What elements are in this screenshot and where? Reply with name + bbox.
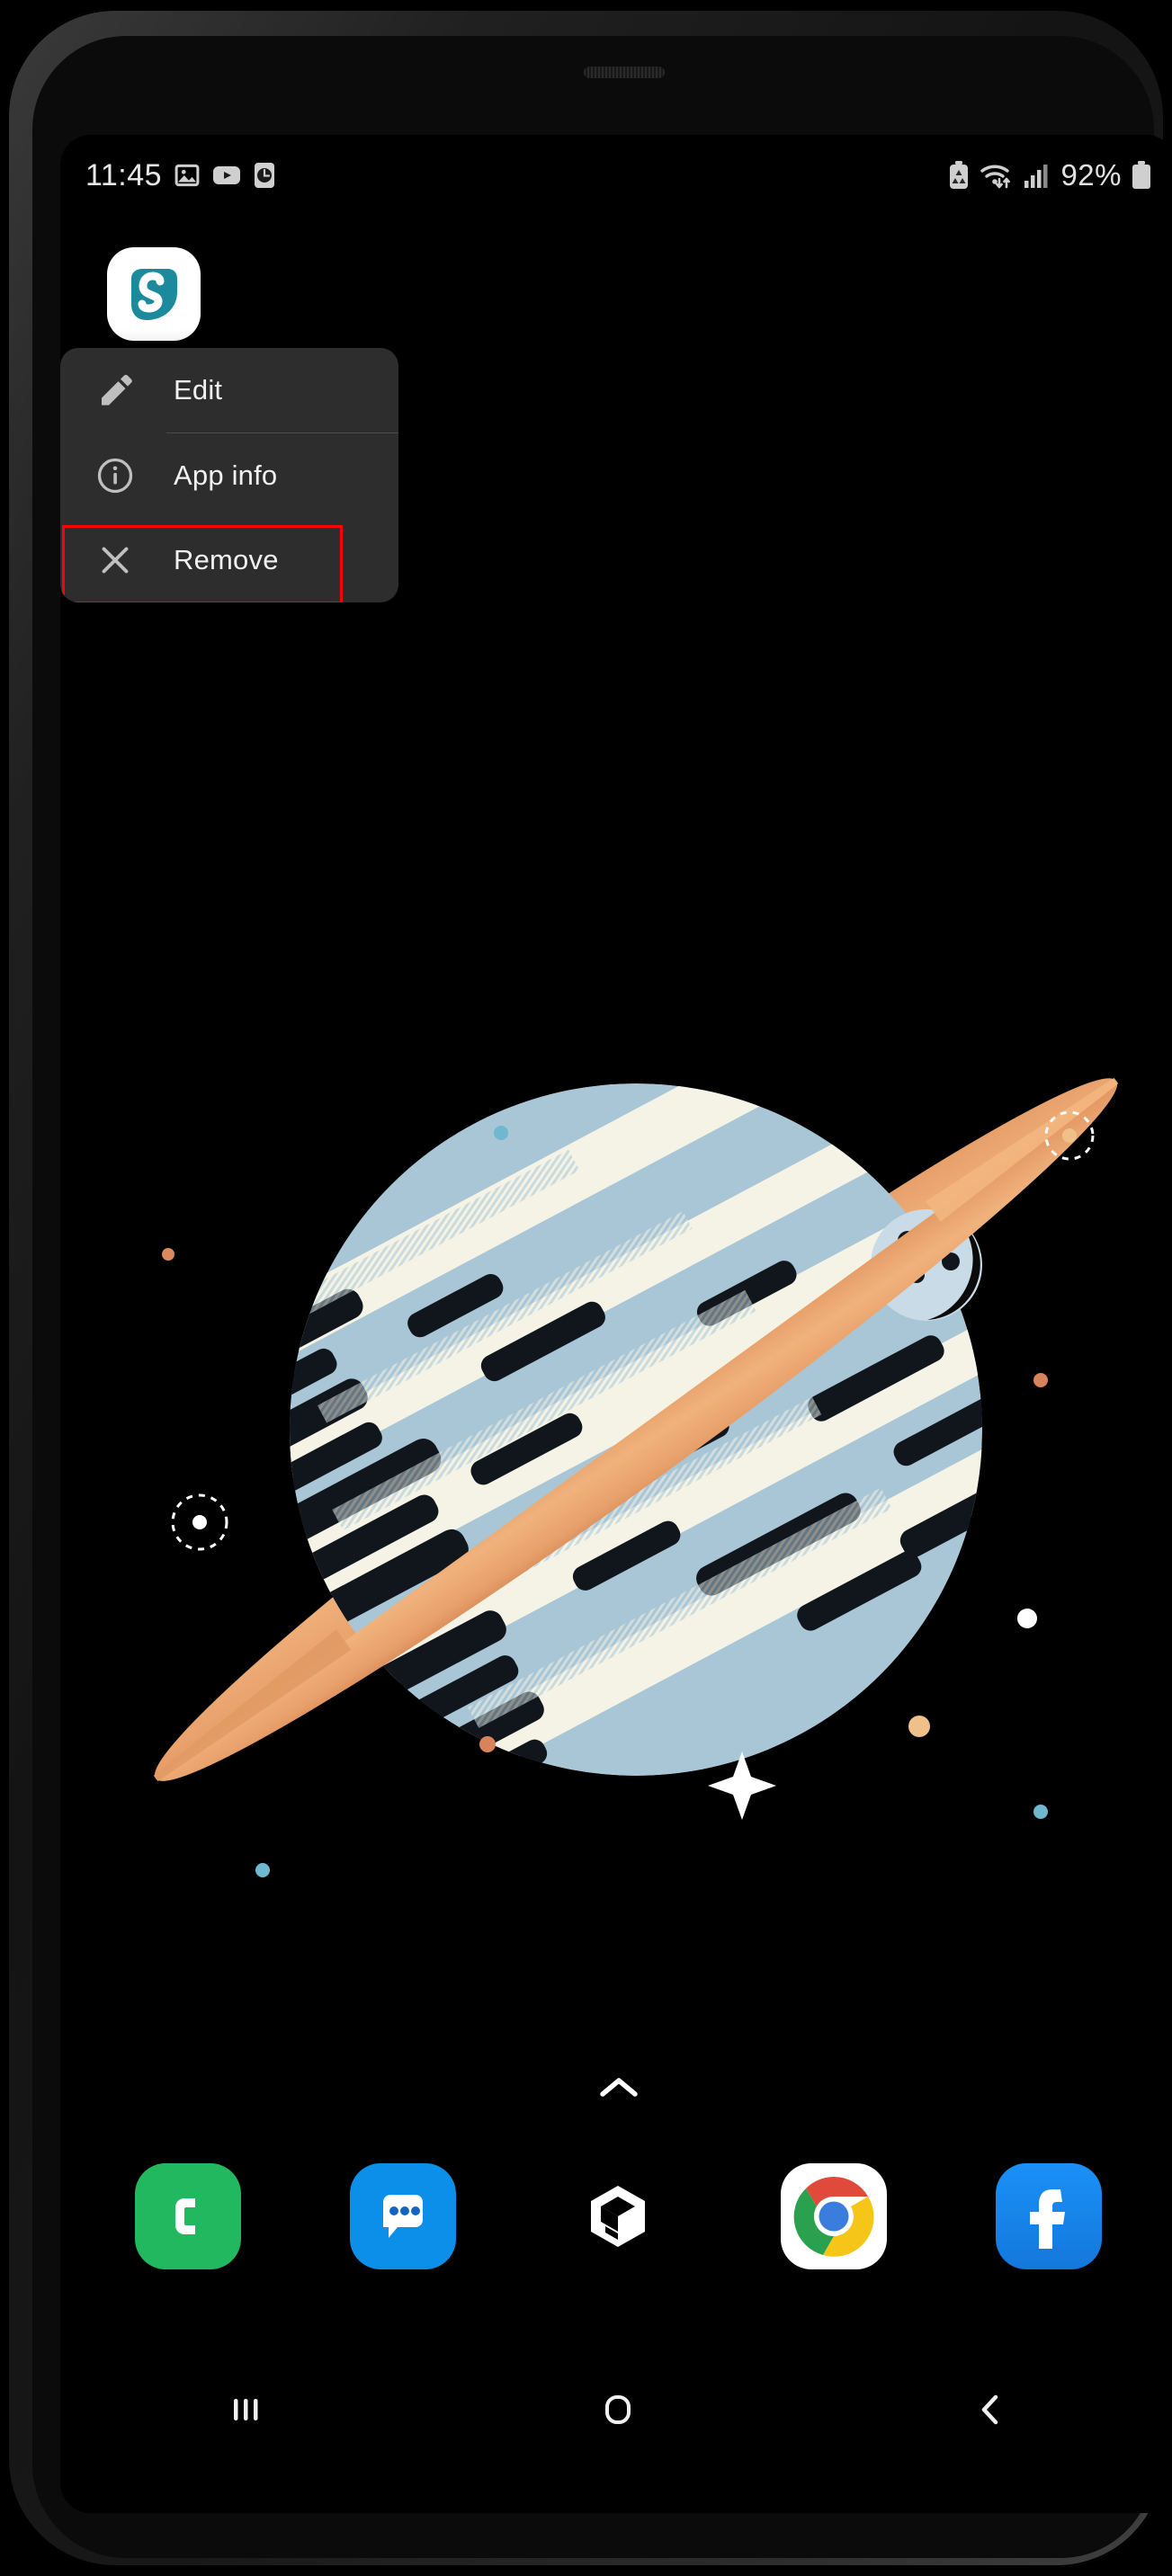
dock-item-facebook[interactable]	[996, 2163, 1103, 2269]
signal-icon	[1024, 162, 1051, 189]
youtube-icon	[212, 165, 241, 186]
dock-item-chrome[interactable]	[780, 2163, 887, 2269]
phone-screen: 11:45 92% Edit App info Remove	[60, 135, 1172, 2513]
info-icon	[94, 457, 136, 495]
status-bar: 11:45 92%	[60, 135, 1172, 216]
status-time: 11:45	[85, 157, 163, 192]
dock	[60, 2135, 1172, 2297]
close-icon	[94, 542, 136, 578]
wifi-icon	[980, 161, 1014, 190]
battery-icon	[1132, 161, 1151, 190]
dock-item-phone[interactable]	[134, 2163, 241, 2269]
gallery-icon	[174, 162, 201, 189]
menu-item-app-info[interactable]: App info	[60, 433, 398, 518]
menu-item-remove[interactable]: Remove	[60, 518, 398, 602]
phone-frame: 11:45 92% Edit App info Remove	[7, 9, 1172, 2567]
app-drawer-handle[interactable]	[60, 2072, 1172, 2103]
home-icon[interactable]	[555, 2374, 681, 2446]
app-context-menu: Edit App info Remove	[60, 348, 398, 602]
pencil-icon	[94, 372, 136, 408]
dock-item-9gag[interactable]	[565, 2163, 671, 2269]
menu-item-app-info-label: App info	[174, 459, 278, 491]
battery-percent: 92%	[1060, 158, 1122, 192]
status-bar-left: 11:45	[85, 158, 276, 193]
menu-item-remove-label: Remove	[174, 544, 279, 575]
navigation-bar	[60, 2356, 1172, 2464]
clock-icon	[253, 162, 276, 189]
recents-icon[interactable]	[183, 2374, 309, 2446]
dock-item-messages[interactable]	[350, 2163, 457, 2269]
earpiece-speaker	[584, 67, 665, 78]
surfshark-icon[interactable]	[107, 247, 201, 341]
status-bar-right: 92%	[948, 158, 1151, 192]
menu-item-edit[interactable]: Edit	[60, 348, 398, 432]
power-saving-icon	[948, 161, 970, 190]
phone-bezel: 11:45 92% Edit App info Remove	[32, 36, 1172, 2558]
menu-item-edit-label: Edit	[174, 374, 223, 406]
back-icon[interactable]	[927, 2374, 1053, 2446]
